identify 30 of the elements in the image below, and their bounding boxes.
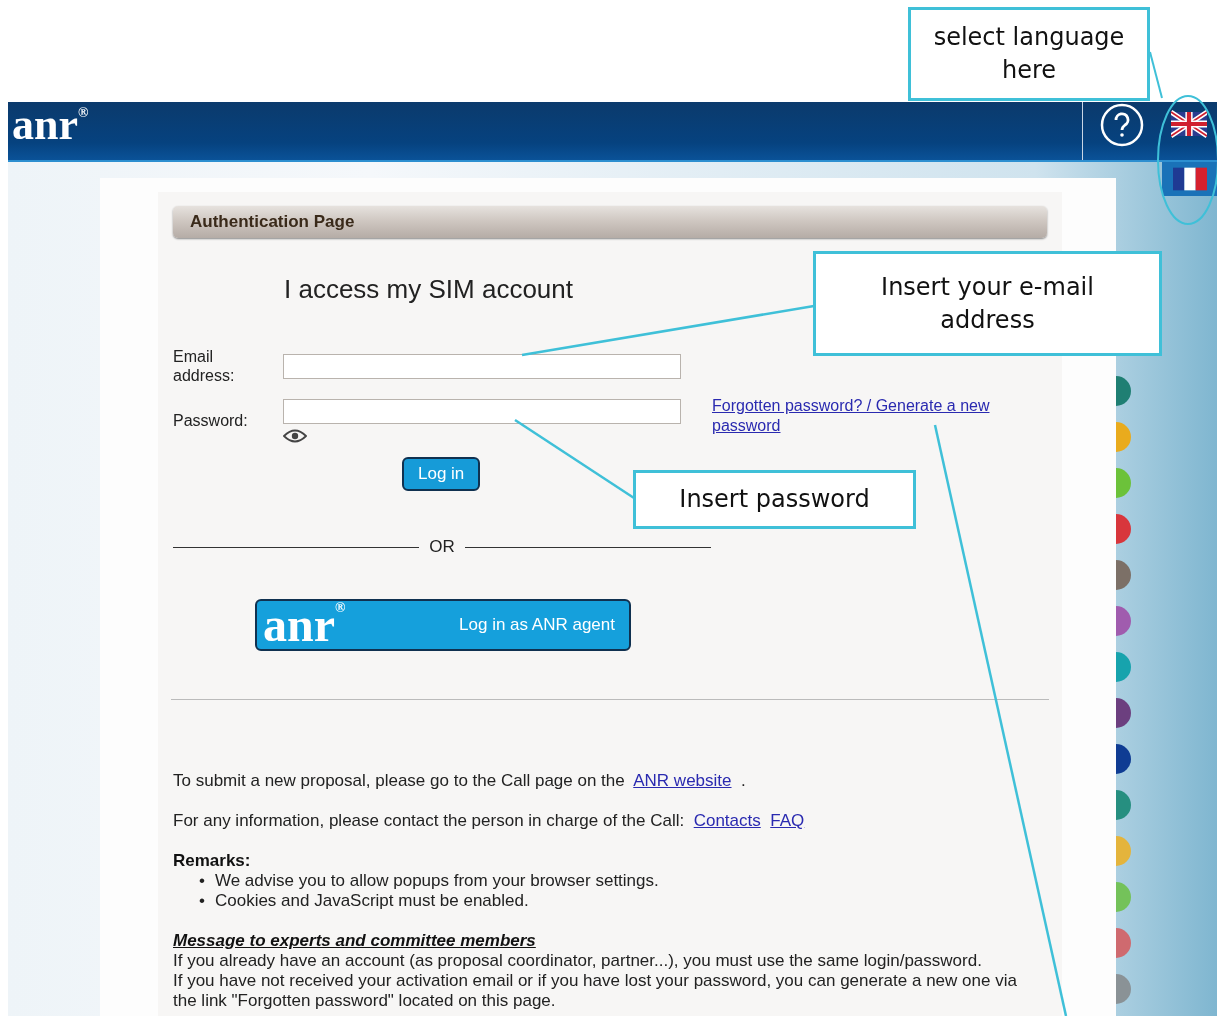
field-label: Password: bbox=[173, 411, 249, 431]
message-text: If you already have an account (as proposal coordinator, partner...), you must use the same login/password. bbox=[173, 951, 983, 971]
uk-flag-icon[interactable] bbox=[1171, 110, 1207, 138]
callout-box: Insert your e-mail address bbox=[813, 251, 1162, 356]
callout-box: Insert password bbox=[633, 470, 916, 529]
forgot-password-link[interactable]: Forgotten password? / Generate a new password bbox=[712, 396, 1022, 436]
eye-icon[interactable] bbox=[283, 429, 307, 443]
text-link[interactable]: ANR website bbox=[633, 771, 732, 790]
separator-text: OR bbox=[429, 537, 455, 557]
remark-item: We advise you to allow popups from your browser settings. bbox=[214, 871, 659, 891]
field-label: Email address: bbox=[173, 347, 236, 385]
message-heading: Message to experts and committee members bbox=[173, 931, 537, 951]
france-flag-icon[interactable] bbox=[1172, 166, 1207, 192]
remark-item: Cookies and JavaScript must be enabled. bbox=[214, 891, 529, 911]
info-text: For any information, please contact the person in charge of the Call: Contacts FAQ bbox=[173, 811, 806, 831]
bullet-marker: • bbox=[199, 891, 205, 911]
password-field[interactable] bbox=[283, 399, 681, 424]
help-icon[interactable] bbox=[1099, 102, 1145, 148]
email-field[interactable] bbox=[283, 354, 681, 379]
remarks-heading: Remarks: bbox=[173, 851, 252, 871]
text-link[interactable]: Contacts bbox=[693, 811, 761, 830]
page-heading: I access my SIM account bbox=[284, 274, 573, 305]
section-header: Authentication Page bbox=[173, 206, 1047, 238]
callout-box: select language here bbox=[908, 7, 1150, 101]
info-text: To submit a new proposal, please go to the Call page on the ANR website . bbox=[173, 771, 747, 791]
message-text: If you have not received your activation email or if you have lost your password, you can generate a new one via the link "Forgotten password" located on this page. bbox=[173, 971, 1018, 1011]
leader-line bbox=[1149, 51, 1163, 99]
logo: anr$^{®}$ bbox=[11, 102, 89, 146]
text-link[interactable]: FAQ bbox=[770, 811, 805, 830]
bullet-marker: • bbox=[199, 871, 205, 891]
